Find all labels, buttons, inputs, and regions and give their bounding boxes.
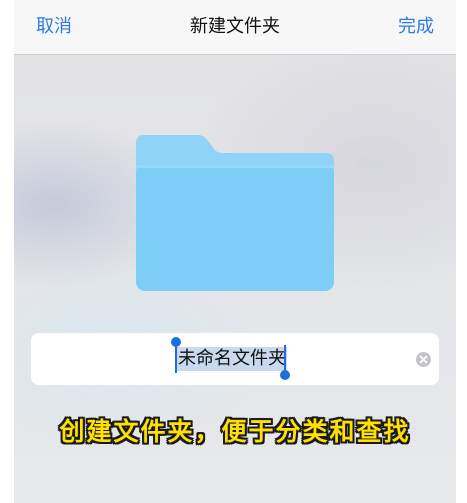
done-button[interactable]: 完成 — [398, 15, 434, 39]
selection-start-knob[interactable] — [171, 337, 181, 347]
new-folder-screen: 取消 新建文件夹 完成 未命名文件夹 创建文件夹，便于分类和查找 — [0, 0, 467, 503]
folder-name-text: 未命名文件夹 — [177, 347, 287, 371]
page-title: 新建文件夹 — [190, 16, 280, 37]
navigation-bar: 取消 新建文件夹 完成 — [14, 0, 456, 55]
caption-overlay: 创建文件夹，便于分类和查找 — [59, 417, 411, 446]
folder-name-input[interactable]: 未命名文件夹 — [31, 333, 439, 385]
selection-end-handle[interactable] — [284, 345, 286, 373]
clear-text-button[interactable] — [416, 352, 431, 367]
selection-end-knob[interactable] — [280, 370, 290, 380]
selection-start-handle[interactable] — [175, 345, 177, 373]
clear-circle-icon — [419, 355, 428, 364]
left-border — [0, 0, 14, 503]
content-area: 未命名文件夹 创建文件夹，便于分类和查找 — [14, 55, 456, 503]
folder-icon — [136, 135, 334, 291]
